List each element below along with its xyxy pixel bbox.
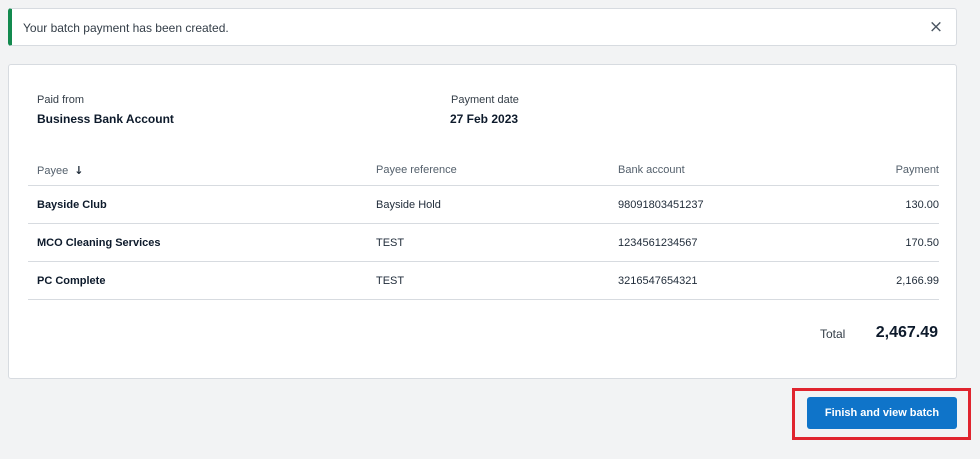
row-payee-reference: Bayside Hold: [376, 199, 441, 211]
row-payment: 2,166.99: [896, 275, 939, 287]
table-row: PC Complete TEST 3216547654321 2,166.99: [28, 262, 939, 300]
row-payee: PC Complete: [37, 275, 106, 287]
table-header: Payee ↓ Payee reference Bank account Paym…: [28, 157, 939, 186]
total-label: Total: [820, 327, 846, 341]
payment-date-value: 27 Feb 2023: [450, 112, 519, 126]
header-payment: Payment: [895, 164, 939, 176]
header-payee-reference: Payee reference: [376, 164, 457, 176]
close-icon[interactable]: ×: [926, 17, 946, 37]
payments-table: Payee ↓ Payee reference Bank account Paym…: [28, 157, 939, 300]
row-bank-account: 1234561234567: [618, 237, 698, 249]
notification-message: Your batch payment has been created.: [23, 21, 229, 35]
table-row: MCO Cleaning Services TEST 1234561234567…: [28, 224, 939, 262]
paid-from-value: Business Bank Account: [37, 112, 174, 126]
payment-date-label: Payment date: [451, 94, 519, 106]
success-notification: Your batch payment has been created. ×: [8, 8, 957, 46]
batch-summary-card: Paid from Business Bank Account Payment …: [8, 64, 957, 379]
row-payee: MCO Cleaning Services: [37, 237, 161, 249]
table-row: Bayside Club Bayside Hold 98091803451237…: [28, 186, 939, 224]
row-payee-reference: TEST: [376, 237, 405, 249]
arrow-down-icon[interactable]: ↓: [74, 164, 83, 177]
total-value: 2,467.49: [875, 324, 938, 341]
finish-and-view-batch-button[interactable]: Finish and view batch: [807, 397, 957, 429]
row-bank-account: 98091803451237: [618, 199, 704, 211]
row-payment: 130.00: [905, 199, 939, 211]
header-bank-account: Bank account: [618, 164, 685, 176]
row-payee: Bayside Club: [37, 199, 107, 211]
row-payment: 170.50: [905, 237, 939, 249]
row-payee-reference: TEST: [376, 275, 405, 287]
paid-from-label: Paid from: [37, 94, 85, 106]
header-payee[interactable]: Payee ↓: [37, 164, 83, 177]
row-bank-account: 3216547654321: [618, 275, 698, 287]
